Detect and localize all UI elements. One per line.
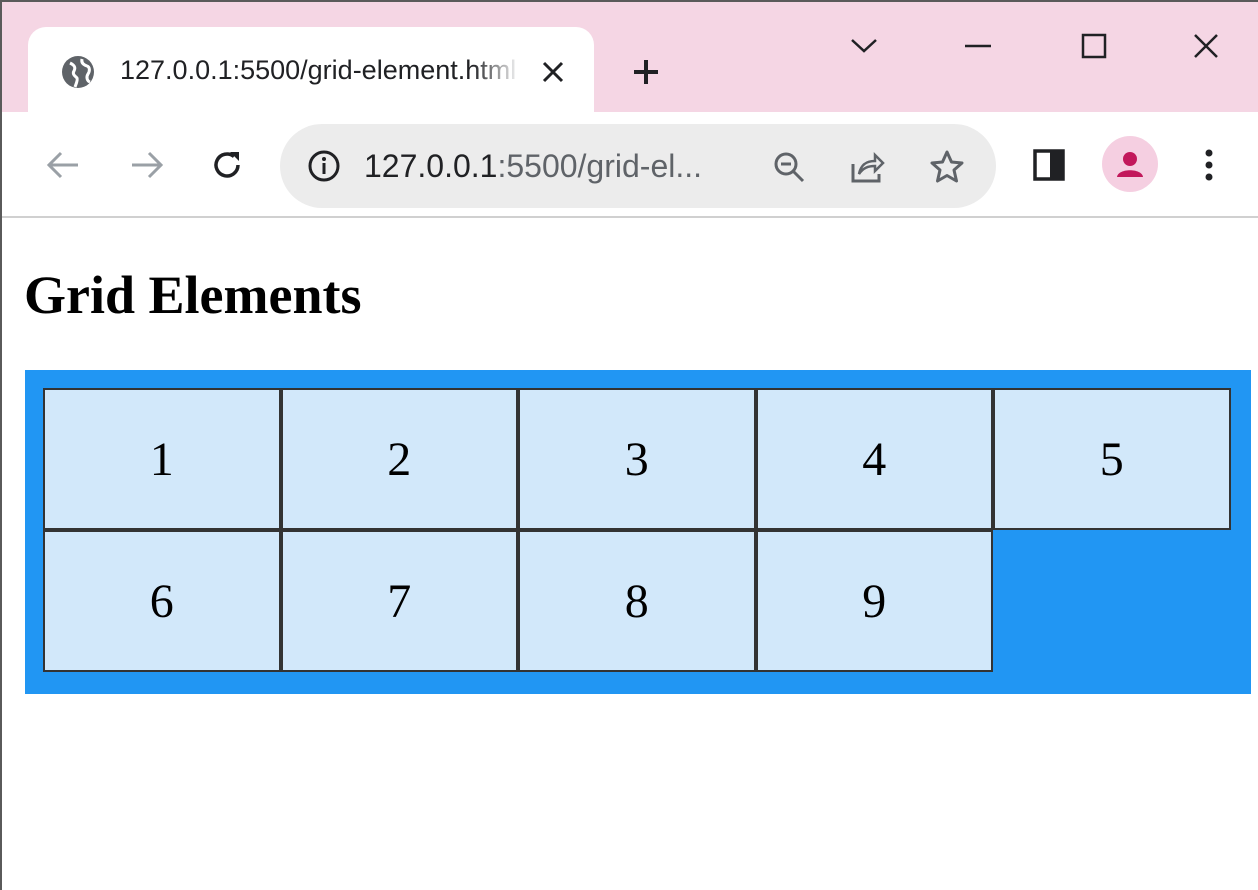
reload-icon[interactable] [204,142,250,188]
grid-container: 12345 6789 [25,370,1251,694]
browser-toolbar: 127.0.0.1:5500/grid-el... [2,112,1258,218]
new-tab-button[interactable] [626,52,666,92]
tab-strip: 127.0.0.1:5500/grid-element.html [2,2,1258,117]
grid-item: 5 [993,388,1231,530]
more-menu-icon[interactable] [1186,142,1232,188]
grid-item: 4 [755,388,993,530]
close-window-icon[interactable] [1176,24,1236,68]
close-tab-icon[interactable] [536,55,570,89]
zoom-out-icon[interactable] [770,148,808,186]
profile-avatar[interactable] [1102,136,1158,192]
grid-item: 1 [43,388,281,530]
back-arrow-icon[interactable] [40,142,86,188]
url-host: 127.0.0.1 [364,148,498,184]
grid-item: 9 [755,530,993,672]
side-panel-icon[interactable] [1026,142,1072,188]
url-path: :5500/grid-el... [497,148,703,184]
url-text: 127.0.0.1:5500/grid-el... [364,148,702,185]
grid-item: 8 [518,530,756,672]
site-info-icon[interactable] [306,148,342,184]
globe-icon [60,54,96,90]
page-title: Grid Elements [24,265,362,325]
address-bar[interactable]: 127.0.0.1:5500/grid-el... [280,124,996,208]
browser-tab[interactable]: 127.0.0.1:5500/grid-element.html [28,27,594,117]
share-icon[interactable] [848,148,886,186]
grid-item: 7 [280,530,518,672]
tab-title: 127.0.0.1:5500/grid-element.html [120,55,517,85]
bookmark-star-icon[interactable] [928,148,966,186]
grid-item: 3 [518,388,756,530]
person-icon [1117,152,1143,177]
browser-window: 127.0.0.1:5500/grid-element.html 127.0.0… [0,0,1258,890]
page-content: Grid Elements 12345 6789 [4,220,1258,890]
minimize-icon[interactable] [948,24,1008,68]
grid-item: 2 [280,388,518,530]
tab-search-icon[interactable] [834,24,894,68]
grid-item: 6 [43,530,281,672]
forward-arrow-icon[interactable] [124,142,170,188]
maximize-icon[interactable] [1064,24,1124,68]
